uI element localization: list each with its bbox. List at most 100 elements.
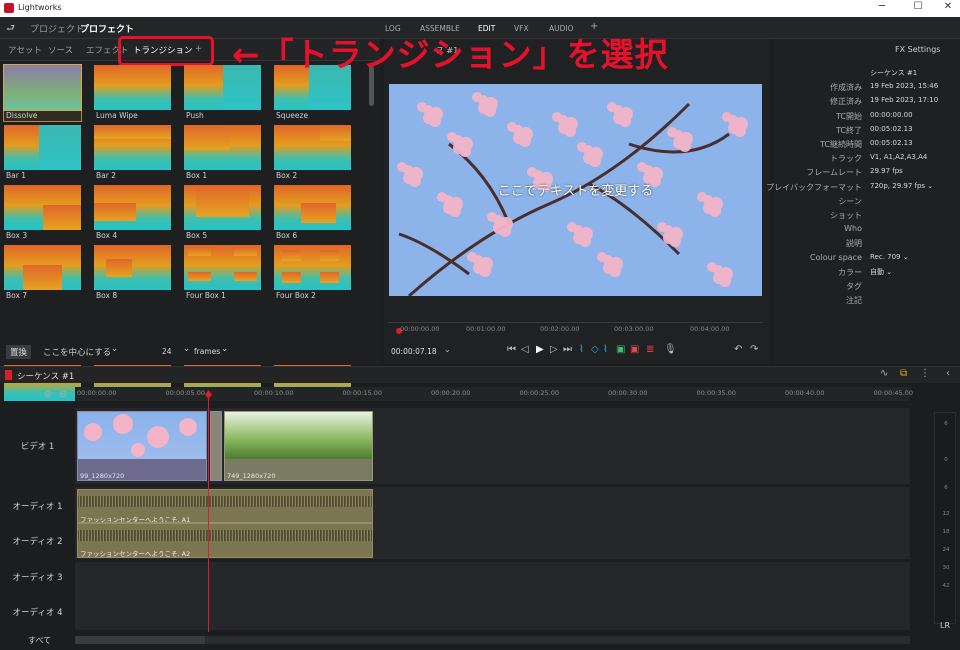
- transition-box-8[interactable]: Box 8: [94, 245, 171, 301]
- duration-unit[interactable]: frames: [194, 347, 220, 356]
- close-button[interactable]: ✕: [938, 1, 958, 12]
- transition-box-6[interactable]: Box 6: [274, 185, 351, 241]
- transition-box-3[interactable]: Box 3: [4, 185, 81, 241]
- minimize-button[interactable]: ─: [872, 1, 892, 12]
- transition-label: Box 6: [276, 231, 298, 240]
- go-start-icon[interactable]: ⏮: [507, 344, 516, 355]
- chevron-down-icon[interactable]: ⌄: [111, 344, 118, 354]
- property-row: フレームレート 29.97 fps: [774, 166, 960, 180]
- timeline-ruler[interactable]: 00:00:00.00 00:00:05.00 00:00:10.00 00:00:1…: [75, 387, 913, 401]
- undo-icon[interactable]: ↶: [734, 344, 742, 355]
- transition-bar-2[interactable]: Bar 2: [94, 125, 171, 181]
- meter-scale-label: 6: [944, 485, 948, 491]
- transition-four-box-2[interactable]: Four Box 2: [274, 245, 351, 301]
- collapse-icon[interactable]: ‹: [946, 368, 950, 379]
- transition-label: Box 1: [186, 171, 208, 180]
- fx-settings-tab[interactable]: FX Settings: [895, 45, 940, 54]
- insert-icon[interactable]: ▣: [616, 344, 625, 355]
- scroll-thumb[interactable]: [75, 636, 205, 644]
- transition-box-4[interactable]: Box 4: [94, 185, 171, 241]
- mark-in-icon[interactable]: ⌇: [579, 344, 584, 355]
- blossom: [573, 225, 583, 235]
- property-key: Who: [844, 224, 862, 234]
- property-value[interactable]: Rec. 709 ⌄: [870, 253, 909, 261]
- blossom: [728, 115, 738, 125]
- transition-box-1[interactable]: Box 1: [184, 125, 261, 181]
- thumbnail-shape: [105, 258, 133, 277]
- transition-four-box-1[interactable]: Four Box 1: [184, 245, 261, 301]
- blossom: [619, 115, 631, 127]
- property-value[interactable]: 00:05:02.13: [870, 139, 913, 147]
- property-value[interactable]: 720p, 29.97 fps ⌄: [870, 182, 933, 190]
- all-tracks-label[interactable]: すべて: [28, 635, 51, 646]
- chevron-down-icon[interactable]: ⌄: [183, 344, 190, 354]
- menu-icon[interactable]: ⋮: [920, 368, 930, 379]
- transition-bar-1[interactable]: Bar 1: [4, 125, 81, 181]
- blossom: [579, 235, 591, 247]
- property-value[interactable]: シーケンス #1: [870, 68, 917, 78]
- overlay-text[interactable]: ここでテキストを変更する: [389, 180, 762, 199]
- replace-icon[interactable]: ▣: [630, 344, 639, 355]
- play-icon[interactable]: ▶: [536, 344, 544, 355]
- redo-icon[interactable]: ↷: [750, 344, 758, 355]
- meter-scale-label: 24: [942, 547, 950, 553]
- go-end-icon[interactable]: ⏭: [563, 344, 572, 355]
- video-clip-2[interactable]: 749_1280x720: [224, 411, 373, 481]
- transition-luma-wipe[interactable]: Luma Wipe: [94, 65, 171, 121]
- audio-clip-a2[interactable]: ファッションセンターへようこそ. A2: [77, 523, 373, 558]
- step-forward-icon[interactable]: ▷: [550, 344, 558, 355]
- duration-value[interactable]: 24: [162, 347, 172, 356]
- transition-clip[interactable]: [210, 411, 222, 481]
- property-value[interactable]: 29.97 fps: [870, 167, 903, 175]
- meter-scale-label: 0: [944, 457, 948, 463]
- ruler-tick: 00:01:00.00: [466, 325, 506, 333]
- timeline-footer: すべて: [0, 632, 960, 650]
- chevron-down-icon[interactable]: ⌄: [221, 344, 228, 354]
- audio-meter: 6 0 6 12 18 24 30 42: [934, 412, 956, 624]
- blossom: [669, 235, 681, 247]
- property-row: カラー 自動 ⌄: [774, 266, 960, 280]
- tab-sources[interactable]: ソース: [48, 44, 73, 56]
- replace-button[interactable]: 置換: [6, 345, 32, 359]
- thumbnail-shape: [184, 125, 231, 150]
- back-icon[interactable]: ⮐: [6, 21, 15, 38]
- blossom: [663, 225, 673, 235]
- clip-label: ファッションセンターへようこそ. A2: [80, 550, 191, 558]
- step-back-icon[interactable]: ◁: [521, 344, 529, 355]
- property-value[interactable]: 19 Feb 2023, 17:10: [870, 96, 938, 104]
- timeline-playhead[interactable]: [208, 395, 209, 635]
- property-value[interactable]: 19 Feb 2023, 15:46: [870, 82, 938, 90]
- thumbnail-shape: [320, 125, 351, 141]
- video-clip-1[interactable]: 99_1280x720: [77, 411, 207, 481]
- audio-clip-a1[interactable]: ファッションセンターへようこそ. A1: [77, 489, 373, 523]
- clear-marks-icon[interactable]: ◇: [591, 344, 599, 355]
- blossom: [734, 125, 746, 137]
- transition-box-2[interactable]: Box 2: [274, 125, 351, 181]
- zoom-in-icon[interactable]: ⊕: [44, 389, 52, 400]
- property-value[interactable]: 自動 ⌄: [870, 267, 892, 277]
- tab-assets[interactable]: アセット: [8, 44, 42, 56]
- viewer-ruler[interactable]: 00:00:00.00 00:01:00.00 00:02:00.00 00:0…: [388, 322, 763, 338]
- transition-box-5[interactable]: Box 5: [184, 185, 261, 241]
- meter-lr-label: LR: [940, 621, 951, 630]
- chevron-down-icon[interactable]: ⌄: [444, 345, 451, 354]
- transition-dissolve[interactable]: Dissolve: [3, 64, 82, 122]
- property-value[interactable]: V1, A1,A2,A3,A4: [870, 153, 927, 161]
- property-value[interactable]: 00:00:00.00: [870, 111, 913, 119]
- viewer-timecode[interactable]: 00:00:07.18: [391, 347, 437, 356]
- maximize-button[interactable]: ☐: [908, 1, 928, 12]
- remove-icon[interactable]: ≣: [646, 344, 654, 355]
- track-label-audio2: オーディオ 2: [12, 537, 63, 547]
- microphone-icon[interactable]: 🎙: [664, 344, 677, 355]
- transition-box-7[interactable]: Box 7: [4, 245, 81, 301]
- video-preview[interactable]: ここでテキストを変更する: [389, 84, 762, 296]
- timeline-tick: 00:00:10.00: [254, 389, 294, 397]
- sequence-name[interactable]: シーケンス #1: [17, 370, 74, 382]
- sync-icon[interactable]: ⧉: [900, 368, 907, 379]
- zoom-out-icon[interactable]: ⊖: [59, 389, 67, 400]
- property-value[interactable]: 00:05:02.13: [870, 125, 913, 133]
- center-here-select[interactable]: ここを中心にする: [43, 346, 111, 358]
- chevron-down-icon[interactable]: ⌄: [124, 20, 132, 30]
- waveform-icon[interactable]: ∿: [880, 368, 888, 379]
- mark-out-icon[interactable]: ⌇: [603, 344, 608, 355]
